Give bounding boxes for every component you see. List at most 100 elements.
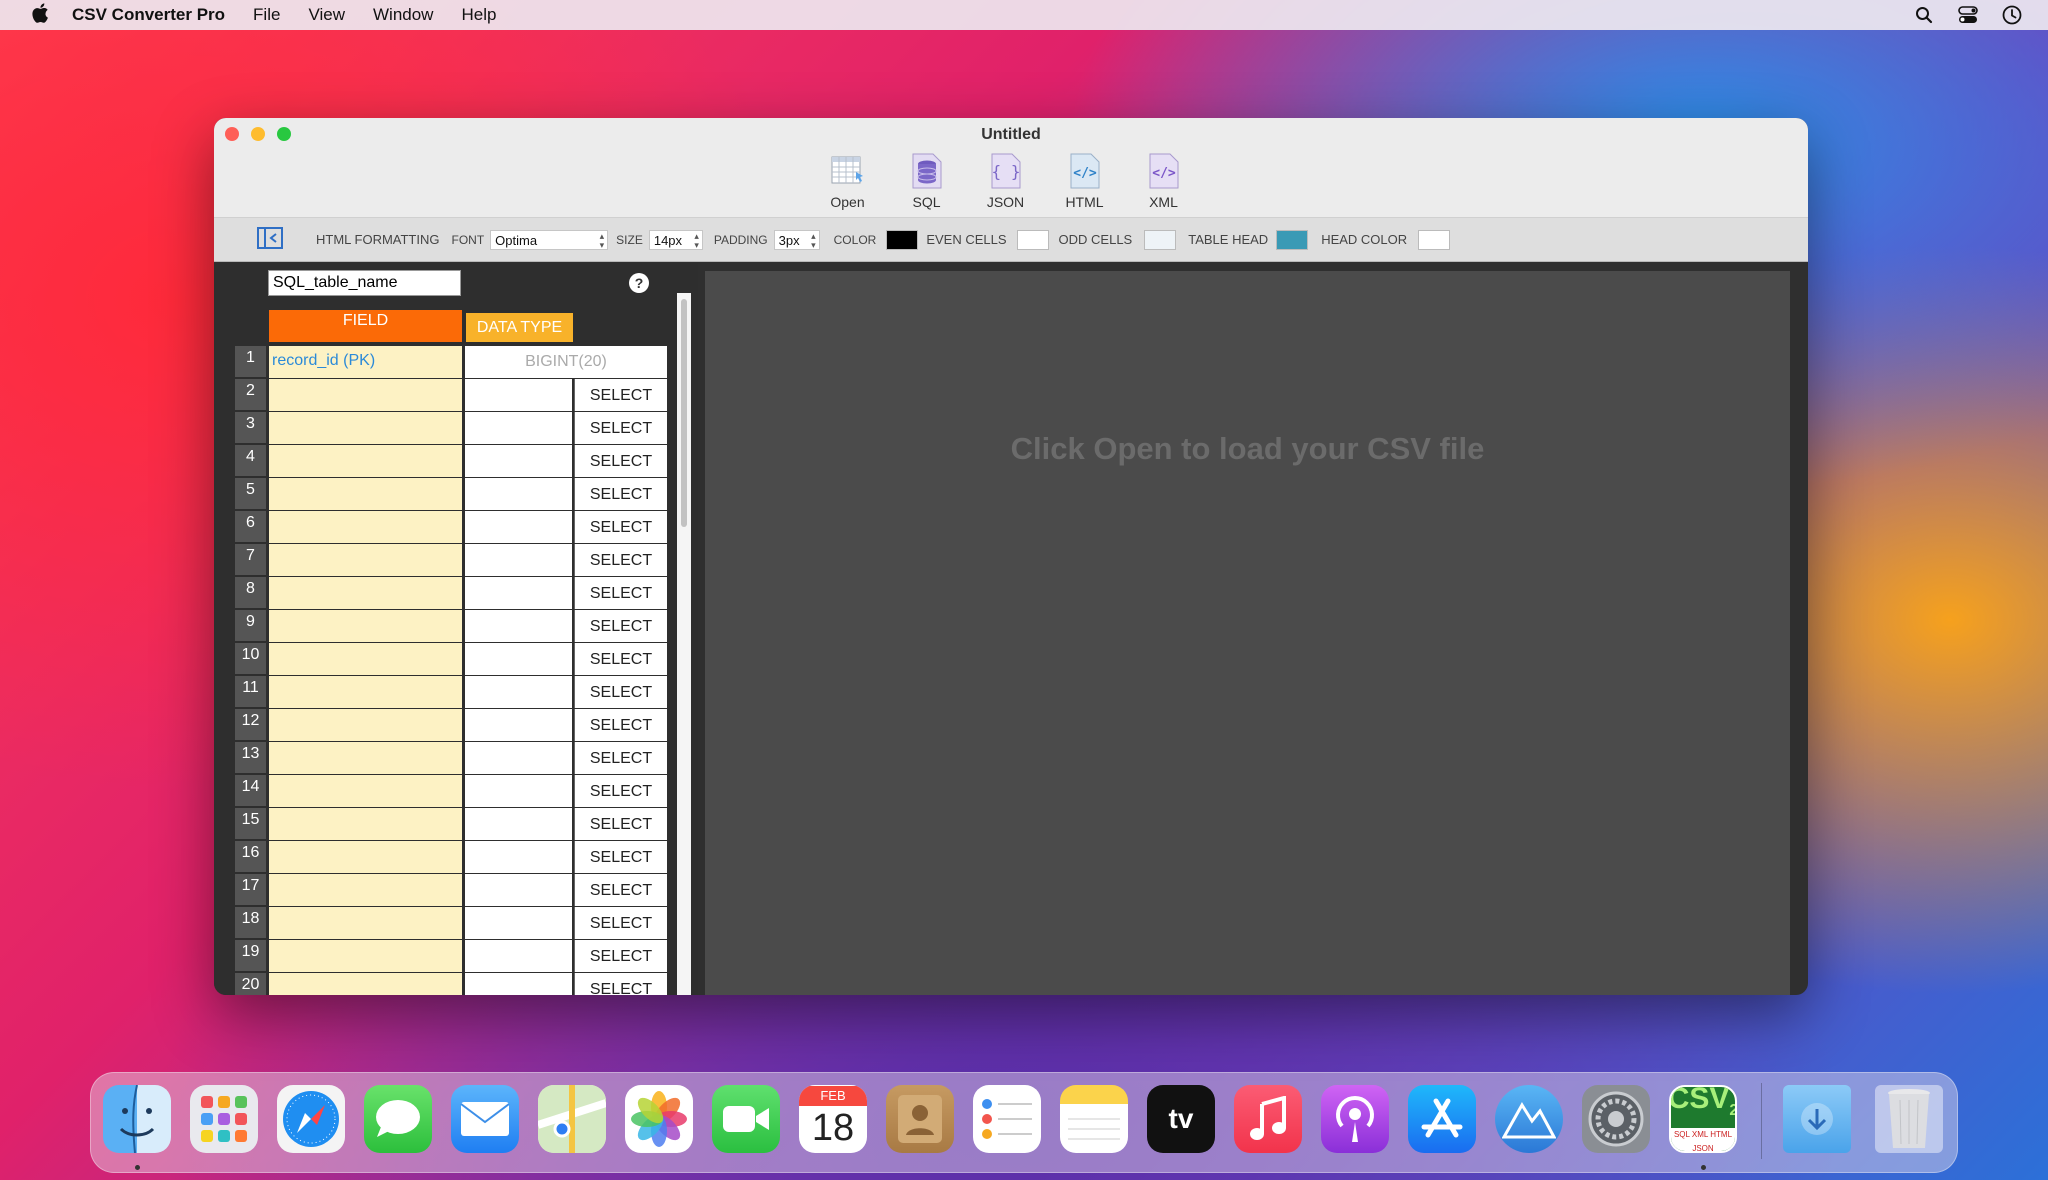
select-type-button[interactable]: SELECT — [574, 775, 667, 807]
apple-tv-icon[interactable]: tv — [1147, 1085, 1215, 1153]
apple-icon[interactable] — [26, 2, 54, 28]
field-name-input[interactable] — [269, 610, 462, 642]
photos-icon[interactable] — [625, 1085, 693, 1153]
sql-button[interactable]: SQL — [898, 152, 955, 210]
maps-icon[interactable] — [538, 1085, 606, 1153]
data-type-input[interactable] — [465, 808, 572, 840]
calendar-icon[interactable]: FEB 18 — [799, 1085, 867, 1153]
scrollbar[interactable] — [677, 293, 691, 995]
data-type-input[interactable] — [465, 511, 572, 543]
field-name-input[interactable] — [269, 940, 462, 972]
select-type-button[interactable]: SELECT — [574, 676, 667, 708]
even-cells-swatch[interactable] — [1016, 229, 1049, 250]
select-type-button[interactable]: SELECT — [574, 742, 667, 774]
csv-converter-icon[interactable]: CSV2 SQL XML HTML JSON — [1669, 1085, 1737, 1153]
head-color-swatch[interactable] — [1418, 229, 1451, 250]
podcasts-icon[interactable] — [1321, 1085, 1389, 1153]
padding-select[interactable]: 3px ▴ ▾ — [773, 229, 820, 250]
select-type-button[interactable]: SELECT — [574, 808, 667, 840]
safari-icon[interactable] — [277, 1085, 345, 1153]
system-preferences-icon[interactable] — [1582, 1085, 1650, 1153]
menu-view[interactable]: View — [308, 5, 345, 25]
data-type-input[interactable] — [465, 709, 572, 741]
field-name-input[interactable] — [269, 973, 462, 995]
field-name-input[interactable] — [269, 412, 462, 444]
odd-cells-swatch[interactable] — [1144, 229, 1177, 250]
control-center-icon[interactable] — [1958, 5, 1978, 25]
select-type-button[interactable]: SELECT — [574, 511, 667, 543]
trash-icon[interactable] — [1875, 1085, 1943, 1153]
launchpad-icon[interactable] — [190, 1085, 258, 1153]
field-name-input[interactable] — [269, 379, 462, 411]
field-name-input[interactable] — [269, 676, 462, 708]
data-type-input[interactable] — [465, 940, 572, 972]
data-type-input[interactable] — [465, 643, 572, 675]
altimeter-icon[interactable] — [1495, 1085, 1563, 1153]
data-type-input[interactable] — [465, 544, 572, 576]
field-name-input[interactable] — [269, 577, 462, 609]
spotlight-search-icon[interactable] — [1914, 5, 1934, 25]
select-type-button[interactable]: SELECT — [574, 874, 667, 906]
field-name-input[interactable] — [269, 841, 462, 873]
select-type-button[interactable]: SELECT — [574, 610, 667, 642]
data-type-input[interactable] — [465, 610, 572, 642]
text-color-swatch[interactable] — [886, 229, 919, 250]
select-type-button[interactable]: SELECT — [574, 841, 667, 873]
size-select[interactable]: 14px ▴ ▾ — [648, 229, 703, 250]
select-type-button[interactable]: SELECT — [574, 577, 667, 609]
menu-window[interactable]: Window — [373, 5, 433, 25]
field-name-input[interactable]: record_id (PK) — [269, 346, 462, 378]
toggle-sidebar-icon[interactable] — [257, 227, 283, 252]
font-select[interactable]: Optima ▴ ▾ — [490, 229, 609, 250]
xml-button[interactable]: </> XML — [1135, 152, 1192, 210]
select-type-button[interactable]: SELECT — [574, 973, 667, 995]
messages-icon[interactable] — [364, 1085, 432, 1153]
field-name-input[interactable] — [269, 709, 462, 741]
data-type-input[interactable] — [465, 577, 572, 609]
notes-icon[interactable] — [1060, 1085, 1128, 1153]
field-name-input[interactable] — [269, 445, 462, 477]
html-button[interactable]: </> HTML — [1056, 152, 1113, 210]
json-button[interactable]: { } JSON — [977, 152, 1034, 210]
field-name-input[interactable] — [269, 808, 462, 840]
table-head-swatch[interactable] — [1276, 229, 1309, 250]
help-icon[interactable]: ? — [629, 273, 649, 293]
field-name-input[interactable] — [269, 874, 462, 906]
select-type-button[interactable]: SELECT — [574, 445, 667, 477]
select-type-button[interactable]: SELECT — [574, 709, 667, 741]
select-type-button[interactable]: SELECT — [574, 544, 667, 576]
data-type-input[interactable] — [465, 676, 572, 708]
data-type-input[interactable] — [465, 412, 572, 444]
data-type-input[interactable] — [465, 874, 572, 906]
finder-icon[interactable] — [103, 1085, 171, 1153]
data-type-input[interactable] — [465, 742, 572, 774]
select-type-button[interactable]: SELECT — [574, 907, 667, 939]
app-store-icon[interactable] — [1408, 1085, 1476, 1153]
open-button[interactable]: Open — [819, 152, 876, 210]
select-type-button[interactable]: SELECT — [574, 379, 667, 411]
field-name-input[interactable] — [269, 511, 462, 543]
data-type-input[interactable] — [465, 841, 572, 873]
facetime-icon[interactable] — [712, 1085, 780, 1153]
reminders-icon[interactable] — [973, 1085, 1041, 1153]
data-type-input[interactable] — [465, 445, 572, 477]
app-name[interactable]: CSV Converter Pro — [72, 5, 225, 25]
field-name-input[interactable] — [269, 907, 462, 939]
field-name-input[interactable] — [269, 742, 462, 774]
select-type-button[interactable]: SELECT — [574, 412, 667, 444]
field-name-input[interactable] — [269, 544, 462, 576]
select-type-button[interactable]: SELECT — [574, 478, 667, 510]
mail-icon[interactable] — [451, 1085, 519, 1153]
menu-file[interactable]: File — [253, 5, 280, 25]
scrollbar-thumb[interactable] — [681, 299, 687, 527]
data-type-input[interactable] — [465, 775, 572, 807]
data-type-input[interactable] — [465, 478, 572, 510]
field-name-input[interactable] — [269, 643, 462, 675]
select-type-button[interactable]: SELECT — [574, 643, 667, 675]
field-name-input[interactable] — [269, 478, 462, 510]
data-type-input[interactable] — [465, 907, 572, 939]
field-name-input[interactable] — [269, 775, 462, 807]
menu-help[interactable]: Help — [461, 5, 496, 25]
table-name-input[interactable]: SQL_table_name — [268, 270, 461, 296]
data-type-input[interactable] — [465, 973, 572, 995]
